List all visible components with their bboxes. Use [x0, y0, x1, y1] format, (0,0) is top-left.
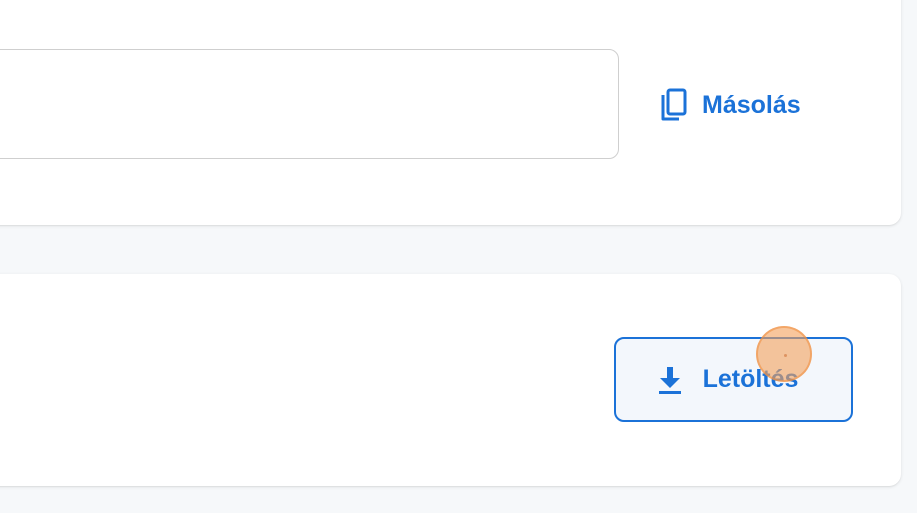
link-text-field[interactable] — [0, 49, 619, 159]
download-icon — [657, 365, 683, 395]
download-button[interactable]: Letöltés — [614, 337, 853, 422]
download-button-label: Letöltés — [702, 365, 799, 393]
copy-button[interactable]: Másolás — [650, 78, 809, 132]
page: Másolás Letöltés — [0, 0, 917, 513]
copy-button-label: Másolás — [702, 90, 801, 119]
copy-icon — [658, 88, 688, 122]
